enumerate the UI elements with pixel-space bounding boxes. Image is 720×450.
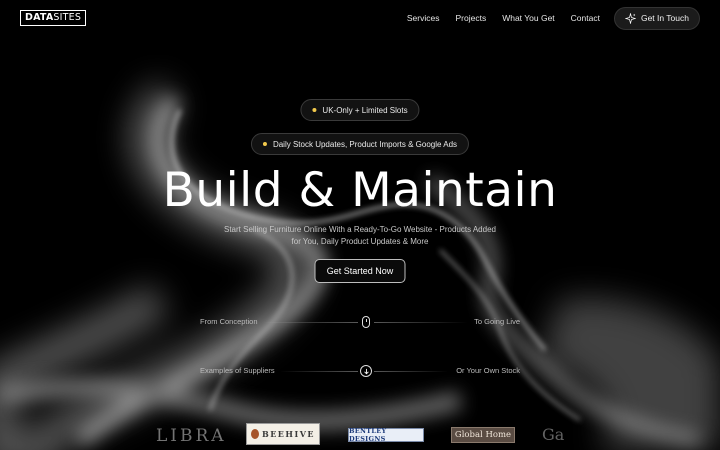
- timeline-row-suppliers: Examples of Suppliers Or Your Own Stock: [200, 364, 520, 378]
- logo-text-bold: DATA: [25, 12, 54, 23]
- supplier-logos: LIBRA BEEHIVE BENTLEY DESIGNS Global Hom…: [0, 421, 720, 450]
- uk-only-badge: UK-Only + Limited Slots: [300, 99, 420, 121]
- get-in-touch-label: Get In Touch: [640, 13, 689, 23]
- nav-link-projects[interactable]: Projects: [455, 13, 486, 23]
- nav-link-contact[interactable]: Contact: [571, 13, 600, 23]
- divider-line: [374, 371, 448, 372]
- supplier-logo-partial: Ga: [542, 425, 565, 444]
- divider-line: [262, 322, 358, 323]
- logo-text-light: SITES: [53, 12, 82, 23]
- nav-link-services[interactable]: Services: [407, 13, 440, 23]
- hero-title: Build & Maintain: [162, 163, 558, 218]
- supplier-logo-global-home: Global Home: [451, 427, 515, 443]
- badge-label: UK-Only + Limited Slots: [322, 105, 408, 115]
- supplier-logo-beehive: BEEHIVE: [246, 423, 320, 445]
- hero-subtitle: Start Selling Furniture Online With a Re…: [224, 225, 496, 246]
- nav-link-what-you-get[interactable]: What You Get: [502, 13, 554, 23]
- get-started-button[interactable]: Get Started Now: [314, 259, 406, 283]
- global-home-text: Global Home: [454, 430, 512, 440]
- get-in-touch-button[interactable]: Get In Touch: [613, 6, 700, 30]
- brand-logo[interactable]: DATASITES: [20, 10, 87, 26]
- mouse-scroll-icon[interactable]: [362, 316, 370, 328]
- timeline-start-label: From Conception: [200, 317, 258, 326]
- top-nav: Services Projects What You Get Contact G…: [407, 0, 700, 36]
- arrow-down-circle-icon[interactable]: [360, 365, 372, 377]
- own-stock-label: Or Your Own Stock: [456, 366, 520, 375]
- bentley-text: BENTLEY DESIGNS: [349, 427, 387, 443]
- status-dot-icon: [312, 108, 317, 112]
- beehive-mark-icon: [251, 429, 259, 439]
- divider-line: [374, 322, 468, 323]
- timeline-row-conception: From Conception To Going Live: [200, 315, 520, 329]
- supplier-logo-bentley: BENTLEY DESIGNS: [348, 427, 424, 443]
- divider-line: [280, 371, 358, 372]
- features-badge: Daily Stock Updates, Product Imports & G…: [250, 133, 470, 155]
- status-dot-icon: [262, 142, 267, 146]
- supplier-logo-libra: LIBRA: [156, 426, 227, 446]
- sparkle-icon: [624, 12, 636, 24]
- beehive-text: BEEHIVE: [261, 429, 315, 439]
- badge-label: Daily Stock Updates, Product Imports & G…: [272, 139, 458, 149]
- timeline-end-label: To Going Live: [474, 317, 520, 326]
- suppliers-label: Examples of Suppliers: [200, 366, 275, 375]
